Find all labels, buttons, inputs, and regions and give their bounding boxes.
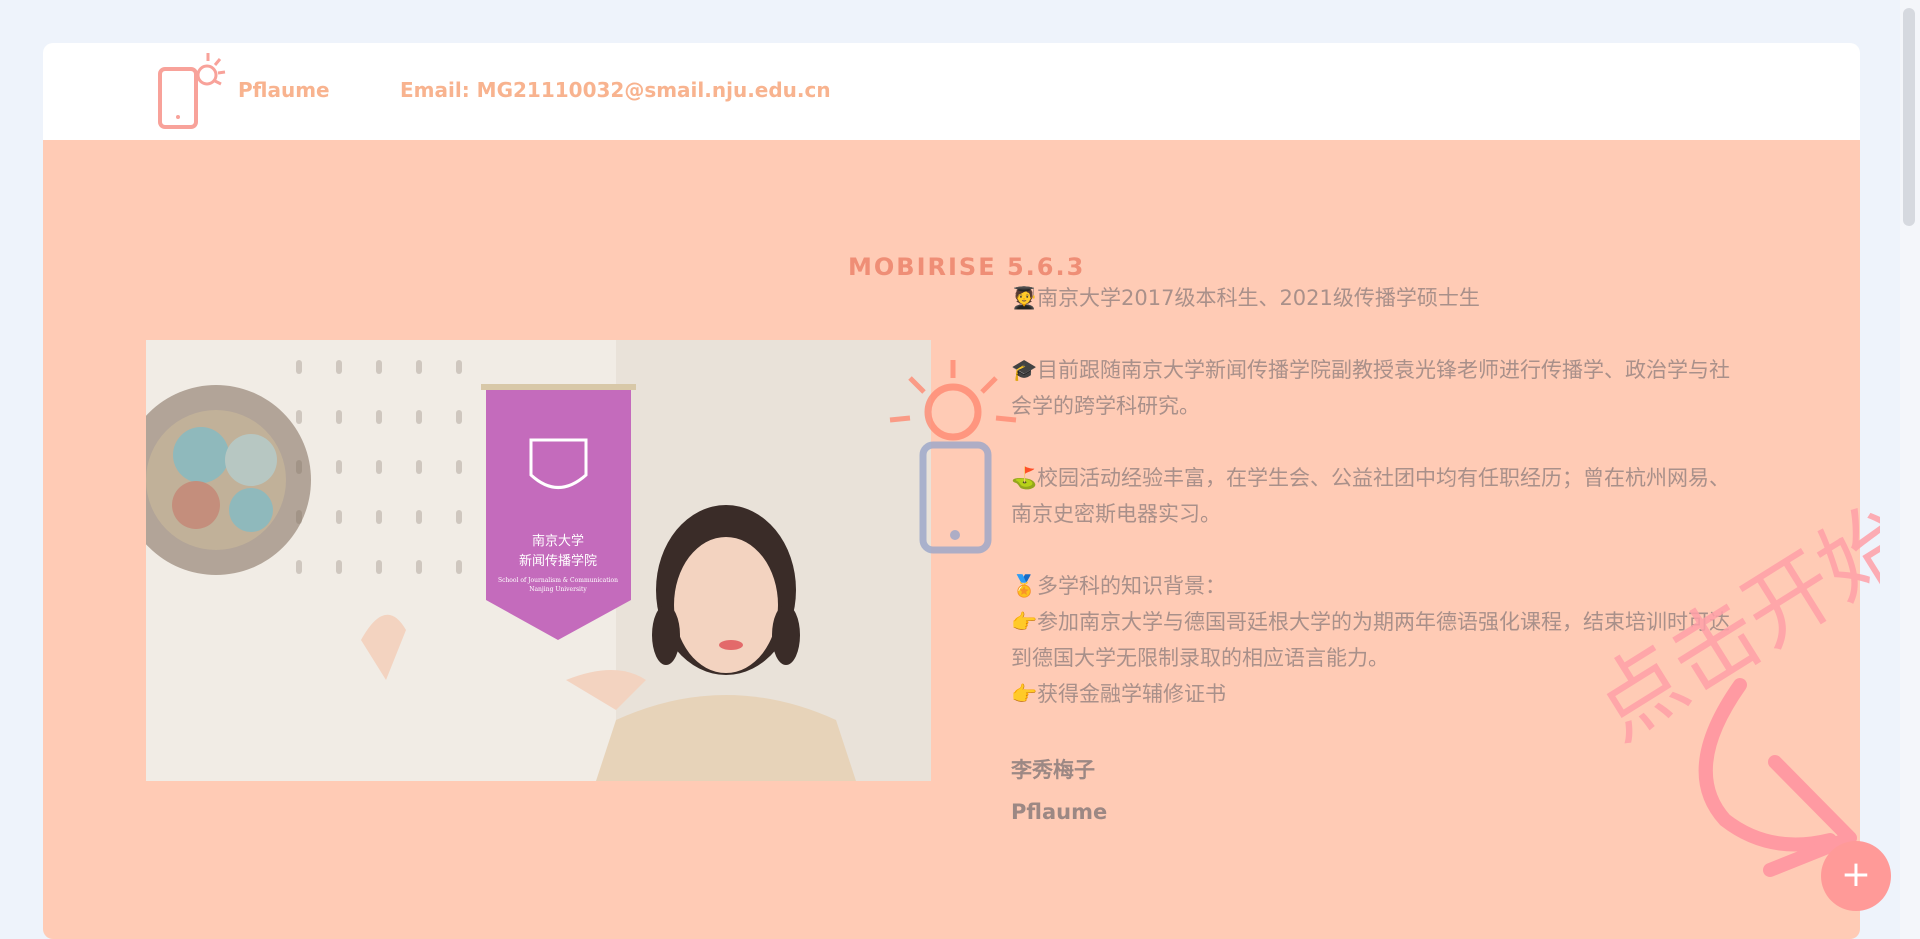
handwriting-text: 点击开始: [1576, 500, 1880, 760]
bio-line-research: 🎓目前跟随南京大学新闻传播学院副教授袁光锋老师进行传播学、政治学与社会学的跨学科…: [1011, 352, 1731, 424]
contact-email[interactable]: Email: MG21110032@smail.nju.edu.cn: [400, 78, 831, 102]
brand-name[interactable]: Pflaume: [238, 78, 330, 102]
pointing-hand-emoji-icon: 👉: [1011, 682, 1038, 706]
click-to-start-handwriting: 点击开始: [1576, 500, 1880, 877]
phone-sun-icon[interactable]: [145, 51, 235, 131]
medal-emoji-icon: 🏅: [1011, 574, 1038, 598]
pennant-english-1: School of Journalism & Communication: [498, 577, 618, 584]
student-emoji-icon: 🧑‍🎓: [1011, 286, 1038, 310]
pennant-english-2: Nanjing University: [529, 586, 587, 593]
mobirise-badge[interactable]: MOBIRISE 5.6.3: [848, 253, 1085, 281]
profile-photo: 南京大学 新闻传播学院 School of Journalism & Commu…: [146, 340, 931, 781]
add-button[interactable]: +: [1821, 841, 1891, 911]
bio-line-degree: 🧑‍🎓南京大学2017级本科生、2021级传播学硕士生: [1011, 280, 1731, 316]
scrollbar-thumb[interactable]: [1903, 8, 1915, 226]
pennant-title: 南京大学: [532, 533, 584, 549]
navbar: Pflaume Email: MG21110032@smail.nju.edu.…: [43, 43, 1860, 140]
pointing-hand-emoji-icon: 👉: [1011, 610, 1038, 634]
pennant-subtitle: 新闻传播学院: [519, 553, 597, 569]
phone-sun-icon: [889, 360, 1017, 554]
